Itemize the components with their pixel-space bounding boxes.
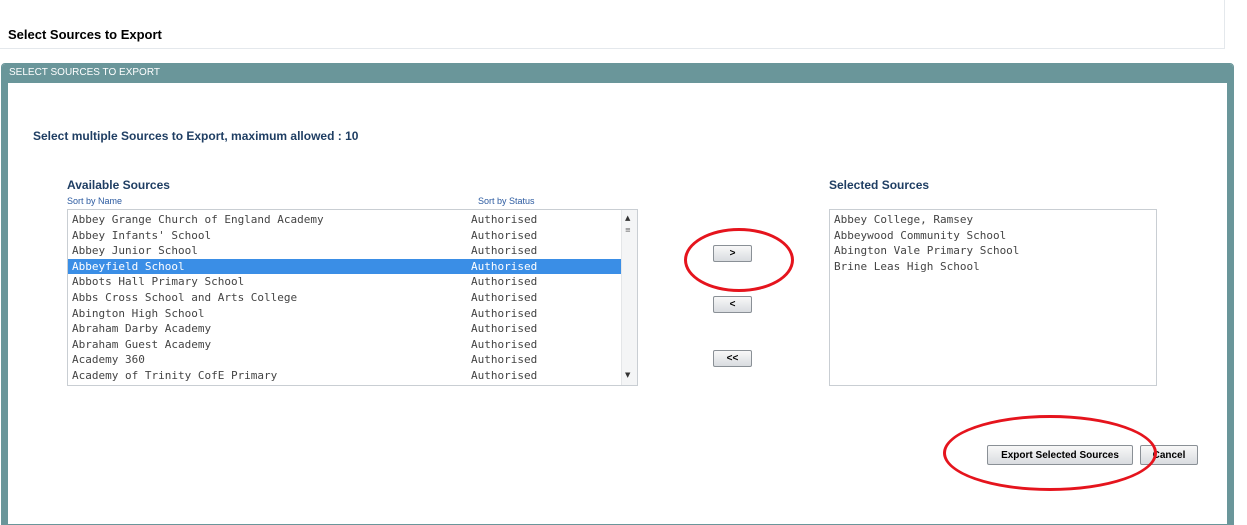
source-status: Authorised: [471, 228, 538, 242]
panel-header-title: SELECT SOURCES TO EXPORT: [9, 67, 160, 78]
panel-header: SELECT SOURCES TO EXPORT: [2, 64, 1233, 83]
source-status: Authorised: [471, 306, 538, 320]
source-status: Authorised: [471, 259, 538, 273]
available-sources-list[interactable]: Abbey Grange Church of England Academy Au…: [67, 209, 638, 386]
selected-sources-list[interactable]: Abbey College, Ramsey Abbeywood Community…: [829, 209, 1157, 386]
source-status: Authorised: [471, 353, 538, 367]
available-source-row[interactable]: Abraham Guest Academy Authorised: [68, 337, 621, 353]
source-status: Authorised: [471, 275, 538, 289]
available-source-row[interactable]: Abbeyfield School Authorised: [68, 258, 621, 275]
add-source-button[interactable]: >: [713, 245, 752, 262]
source-name: Academy of Trinity CofE Primary: [72, 368, 278, 382]
instruction-text: Select multiple Sources to Export, maxim…: [33, 129, 359, 143]
selected-sources-heading: Selected Sources: [829, 178, 930, 192]
scroll-down-icon[interactable]: ▼: [625, 371, 630, 379]
selected-source-row[interactable]: Abington Vale Primary School: [830, 243, 1019, 259]
available-source-row[interactable]: Abbey Junior School Authorised: [68, 243, 621, 259]
remove-all-sources-button[interactable]: <<: [713, 350, 752, 367]
source-status: Authorised: [471, 368, 538, 382]
source-name: Abraham Darby Academy: [72, 322, 212, 336]
cancel-button[interactable]: Cancel: [1140, 445, 1198, 465]
available-source-row[interactable]: Abbs Cross School and Arts College Author…: [68, 290, 621, 306]
source-name: Abington High School: [72, 306, 205, 320]
selected-source-row[interactable]: Abbey College, Ramsey: [830, 212, 1019, 228]
source-status: Authorised: [471, 337, 538, 351]
source-name: Abbots Hall Primary School: [72, 275, 245, 289]
panel-left-border: [2, 83, 8, 524]
available-source-row[interactable]: Abbey Infants' School Authorised: [68, 228, 621, 244]
panel-right-border: [1227, 83, 1233, 524]
title-right-divider: [1224, 0, 1225, 48]
sort-by-status-link[interactable]: Sort by Status: [478, 196, 535, 206]
source-name: Abbey Grange Church of England Academy: [72, 213, 324, 226]
available-source-row[interactable]: Abington High School Authorised: [68, 306, 621, 322]
available-source-row[interactable]: Abraham Darby Academy Authorised: [68, 321, 621, 337]
source-status: Authorised: [471, 244, 538, 258]
available-source-row[interactable]: Academy 360 Authorised: [68, 352, 621, 368]
source-name: Abbeyfield School: [72, 259, 185, 273]
source-status: Authorised: [471, 213, 538, 226]
selected-source-row[interactable]: Abbeywood Community School: [830, 228, 1019, 244]
available-sources-heading: Available Sources: [67, 178, 170, 192]
scroll-up-icon[interactable]: ▲: [625, 214, 630, 222]
source-name: Abbey Junior School: [72, 244, 198, 258]
source-status: Authorised: [471, 290, 538, 304]
sort-by-name-link[interactable]: Sort by Name: [67, 196, 122, 206]
available-source-row[interactable]: Academy of Trinity CofE Primary Authorise…: [68, 368, 621, 384]
available-rows: Abbey Grange Church of England Academy Au…: [68, 212, 621, 384]
selected-source-row[interactable]: Brine Leas High School: [830, 259, 1019, 275]
remove-source-button[interactable]: <: [713, 296, 752, 313]
available-source-row[interactable]: Abbots Hall Primary School Authorised: [68, 274, 621, 290]
source-status: Authorised: [471, 322, 538, 336]
available-source-row[interactable]: Abbey Grange Church of England Academy Au…: [68, 212, 621, 228]
source-name: Academy 360: [72, 353, 145, 367]
page-title: Select Sources to Export: [8, 27, 162, 42]
export-selected-sources-button[interactable]: Export Selected Sources: [987, 445, 1133, 465]
selected-rows: Abbey College, Ramsey Abbeywood Community…: [830, 212, 1019, 274]
list-scrollbar[interactable]: ▲ ≡ ▼: [621, 210, 637, 385]
source-name: Abbs Cross School and Arts College: [72, 290, 298, 304]
source-name: Abraham Guest Academy: [72, 337, 212, 351]
title-divider: [0, 48, 1225, 49]
scroll-thumb-icon[interactable]: ≡: [625, 226, 633, 234]
source-name: Abbey Infants' School: [72, 228, 212, 242]
